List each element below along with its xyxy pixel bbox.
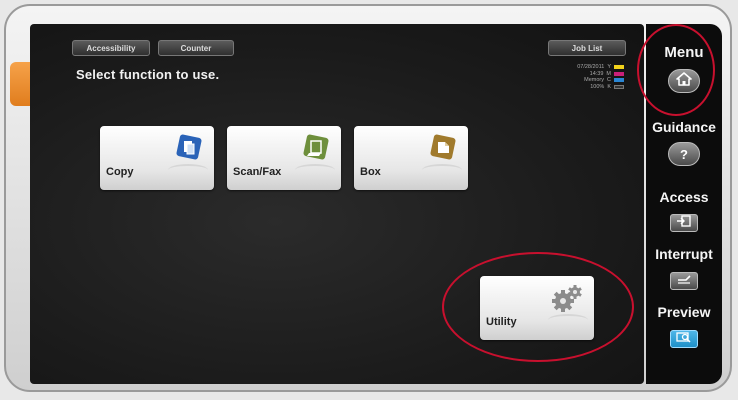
toner-k-bar: [614, 84, 624, 89]
interrupt-label: Interrupt: [655, 246, 713, 262]
accessibility-tab[interactable]: Accessibility: [72, 40, 150, 56]
job-list-tab[interactable]: Job List: [548, 40, 626, 56]
touch-screen: Accessibility Counter Job List Select fu…: [30, 24, 644, 384]
box-icon: [428, 134, 458, 167]
side-panel: Menu Guidance ? Access Interrupt Preview: [646, 24, 722, 384]
utility-button[interactable]: Utility: [480, 276, 594, 340]
guidance-button[interactable]: ?: [668, 142, 700, 166]
interrupt-icon: [676, 272, 692, 290]
scan-fax-label: Scan/Fax: [233, 166, 282, 178]
question-icon: ?: [680, 146, 688, 162]
orange-indicator: [10, 62, 32, 106]
toner-y-bar: [614, 65, 624, 70]
memory-value: 100%: [590, 83, 605, 90]
box-button[interactable]: Box: [354, 126, 468, 190]
scan-fax-button[interactable]: Scan/Fax: [227, 126, 341, 190]
toner-k-label: K: [607, 83, 611, 90]
copy-label: Copy: [106, 166, 134, 178]
copy-icon: [174, 134, 204, 167]
access-icon: [676, 214, 692, 232]
decor-sweep: [168, 164, 208, 176]
toner-c-bar: [614, 78, 624, 83]
counter-tab[interactable]: Counter: [158, 40, 234, 56]
home-icon: [676, 71, 692, 91]
scan-fax-icon: [301, 134, 331, 167]
status-readout: 07/28/2011 Y 14:39 M Memory C 100% K: [550, 64, 624, 90]
preview-icon: [676, 330, 692, 348]
guidance-label: Guidance: [652, 119, 716, 135]
box-label: Box: [360, 166, 381, 178]
menu-button[interactable]: [668, 69, 700, 93]
access-label: Access: [659, 189, 709, 205]
menu-label: Menu: [664, 44, 704, 61]
decor-sweep: [548, 314, 588, 326]
page-title: Select function to use.: [76, 67, 220, 82]
copy-button[interactable]: Copy: [100, 126, 214, 190]
preview-button[interactable]: [670, 330, 698, 348]
access-button[interactable]: [670, 214, 698, 232]
toner-m-bar: [614, 71, 624, 76]
utility-label: Utility: [486, 316, 517, 328]
interrupt-button[interactable]: [670, 272, 698, 290]
decor-sweep: [422, 164, 462, 176]
decor-sweep: [295, 164, 335, 176]
preview-label: Preview: [657, 304, 711, 320]
